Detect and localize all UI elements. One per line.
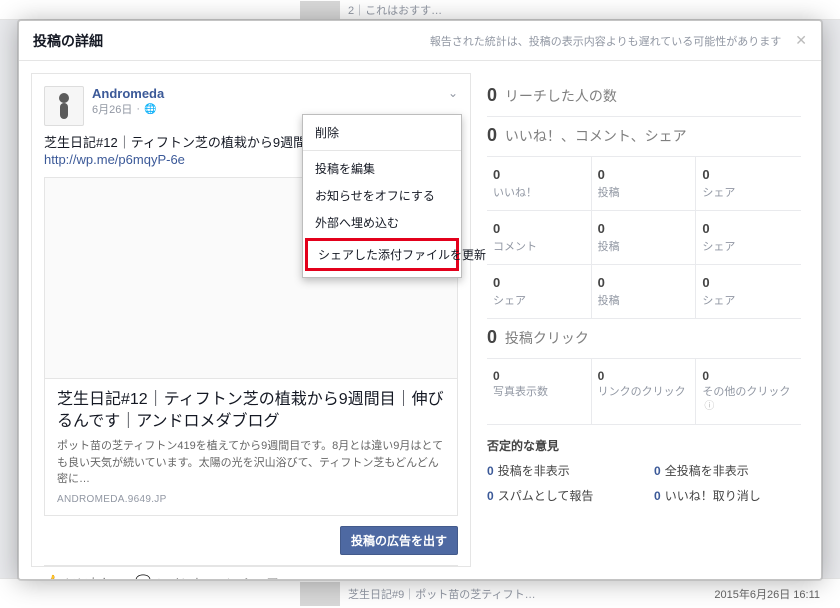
stats-panel: 0 リーチした人の数 0 いいね！、コメント、シェア 0いいね！ 0投稿 0シェ… bbox=[487, 73, 809, 567]
modal-body: Andromeda 6月26日 · 🌐 ⌄ 削除 投稿を編集 お知らせをオフにす… bbox=[19, 61, 821, 579]
like-button[interactable]: 👍 いいね！ bbox=[44, 574, 113, 579]
stat-cell: 0シェア bbox=[696, 211, 801, 264]
engagement-label: いいね！、コメント、シェア bbox=[505, 128, 687, 144]
comment-button[interactable]: 💬 コメント bbox=[135, 574, 204, 579]
clicks-row: 0写真表示数 0リンクのクリック 0その他のクリックⓘ bbox=[487, 359, 801, 425]
thumbnail bbox=[300, 582, 340, 606]
stat-cell: 0いいね！ bbox=[487, 157, 592, 210]
info-icon[interactable]: ⓘ bbox=[704, 401, 714, 412]
reach-number: 0 bbox=[487, 85, 497, 105]
clicks-number: 0 bbox=[487, 327, 497, 347]
avatar-icon bbox=[54, 91, 74, 121]
bg-bottom-time: 2015年6月26日 16:11 bbox=[714, 586, 820, 602]
author-link[interactable]: Andromeda bbox=[92, 86, 164, 101]
post-details-modal: 投稿の詳細 報告された統計は、投稿の表示内容よりも遅れている可能性があります ✕… bbox=[18, 20, 822, 580]
background-list-row-top: 2｜これはおすす… bbox=[0, 0, 840, 20]
menu-embed[interactable]: 外部へ埋め込む bbox=[303, 209, 461, 236]
share-label: シェア bbox=[242, 574, 278, 579]
stat-cell: 0シェア bbox=[487, 265, 592, 318]
stat-cell: 0シェア bbox=[696, 265, 801, 318]
background-list-row-bottom: 芝生日記#9｜ポット苗の芝ティフト… 2015年6月26日 16:11 bbox=[0, 578, 840, 608]
modal-subtitle: 報告された統計は、投稿の表示内容よりも遅れている可能性があります bbox=[430, 33, 781, 49]
menu-refresh-attachment[interactable]: シェアした添付ファイルを更新 bbox=[308, 241, 456, 268]
globe-icon[interactable]: 🌐 bbox=[144, 104, 156, 115]
engagement-row-0: 0いいね！ 0投稿 0シェア bbox=[487, 157, 801, 211]
bg-bottom-text: 芝生日記#9｜ポット苗の芝ティフト… bbox=[348, 586, 536, 602]
stat-cell: 0コメント bbox=[487, 211, 592, 264]
attachment-title: 芝生日記#12｜ティフトン芝の植栽から9週間目｜伸びるんです｜アンドロメダブログ bbox=[57, 389, 445, 432]
comment-icon: 💬 bbox=[135, 574, 151, 579]
engagement-row-2: 0シェア 0投稿 0シェア bbox=[487, 265, 801, 319]
stat-cell: 0シェア bbox=[696, 157, 801, 210]
modal-title: 投稿の詳細 bbox=[33, 31, 103, 51]
stat-cell: 0投稿 bbox=[592, 157, 697, 210]
post-header: Andromeda 6月26日 · 🌐 ⌄ 削除 投稿を編集 お知らせをオフにす… bbox=[44, 86, 458, 126]
thumbs-up-icon: 👍 bbox=[44, 574, 60, 579]
highlighted-menu-box: シェアした添付ファイルを更新 bbox=[305, 238, 459, 271]
stat-cell: 0投稿 bbox=[592, 211, 697, 264]
share-button[interactable]: ↪ シェア bbox=[226, 574, 278, 579]
stat-cell: 0投稿 bbox=[592, 265, 697, 318]
clicks-label: 投稿クリック bbox=[505, 330, 589, 346]
attachment-body: 芝生日記#12｜ティフトン芝の植栽から9週間目｜伸びるんです｜アンドロメダブログ… bbox=[45, 378, 457, 515]
negative-item: 0全投稿を非表示 bbox=[654, 462, 801, 479]
click-cell: 0リンクのクリック bbox=[592, 359, 697, 424]
engagement-number: 0 bbox=[487, 125, 497, 145]
menu-delete[interactable]: 削除 bbox=[303, 119, 461, 146]
attachment-description: ポット苗の芝ティフトン419を植えてから9週間目です。8月とは違い9月はとても良… bbox=[57, 438, 445, 488]
post-preview: Andromeda 6月26日 · 🌐 ⌄ 削除 投稿を編集 お知らせをオフにす… bbox=[31, 73, 471, 567]
post-date-row: 6月26日 · 🌐 bbox=[92, 101, 164, 117]
post-options-menu: 削除 投稿を編集 お知らせをオフにする 外部へ埋め込む シェアした添付ファイルを… bbox=[302, 114, 462, 278]
chevron-down-icon[interactable]: ⌄ bbox=[448, 86, 458, 100]
avatar[interactable] bbox=[44, 86, 84, 126]
negative-item: 0スパムとして報告 bbox=[487, 487, 634, 504]
negative-grid: 0投稿を非表示 0全投稿を非表示 0スパムとして報告 0いいね！取り消し bbox=[487, 462, 801, 504]
menu-separator bbox=[303, 150, 461, 151]
bg-top-text: 2｜これはおすす… bbox=[348, 2, 442, 18]
like-label: いいね！ bbox=[65, 574, 113, 579]
click-cell: 0写真表示数 bbox=[487, 359, 592, 424]
negative-item: 0投稿を非表示 bbox=[487, 462, 634, 479]
post-actions: 👍 いいね！ 💬 コメント ↪ シェア bbox=[44, 565, 458, 579]
reach-label: リーチした人の数 bbox=[505, 88, 617, 104]
negative-item: 0いいね！取り消し bbox=[654, 487, 801, 504]
menu-notif-off[interactable]: お知らせをオフにする bbox=[303, 182, 461, 209]
clicks-header: 0 投稿クリック bbox=[487, 319, 801, 359]
close-icon[interactable]: ✕ bbox=[795, 32, 807, 49]
menu-edit[interactable]: 投稿を編集 bbox=[303, 155, 461, 182]
comment-label: コメント bbox=[156, 574, 204, 579]
promote-button[interactable]: 投稿の広告を出す bbox=[340, 526, 458, 555]
click-cell: 0その他のクリックⓘ bbox=[696, 359, 801, 424]
thumbnail bbox=[300, 1, 340, 19]
modal-header: 投稿の詳細 報告された統計は、投稿の表示内容よりも遅れている可能性があります ✕ bbox=[19, 21, 821, 61]
reach-header: 0 リーチした人の数 bbox=[487, 77, 801, 117]
share-icon: ↪ bbox=[226, 574, 237, 579]
negative-title: 否定的な意見 bbox=[487, 437, 801, 454]
engagement-row-1: 0コメント 0投稿 0シェア bbox=[487, 211, 801, 265]
promote-row: 投稿の広告を出す bbox=[44, 526, 458, 555]
attachment-domain: ANDROMEDA.9649.JP bbox=[57, 494, 445, 505]
post-date[interactable]: 6月26日 bbox=[92, 101, 132, 117]
engagement-header: 0 いいね！、コメント、シェア bbox=[487, 117, 801, 157]
